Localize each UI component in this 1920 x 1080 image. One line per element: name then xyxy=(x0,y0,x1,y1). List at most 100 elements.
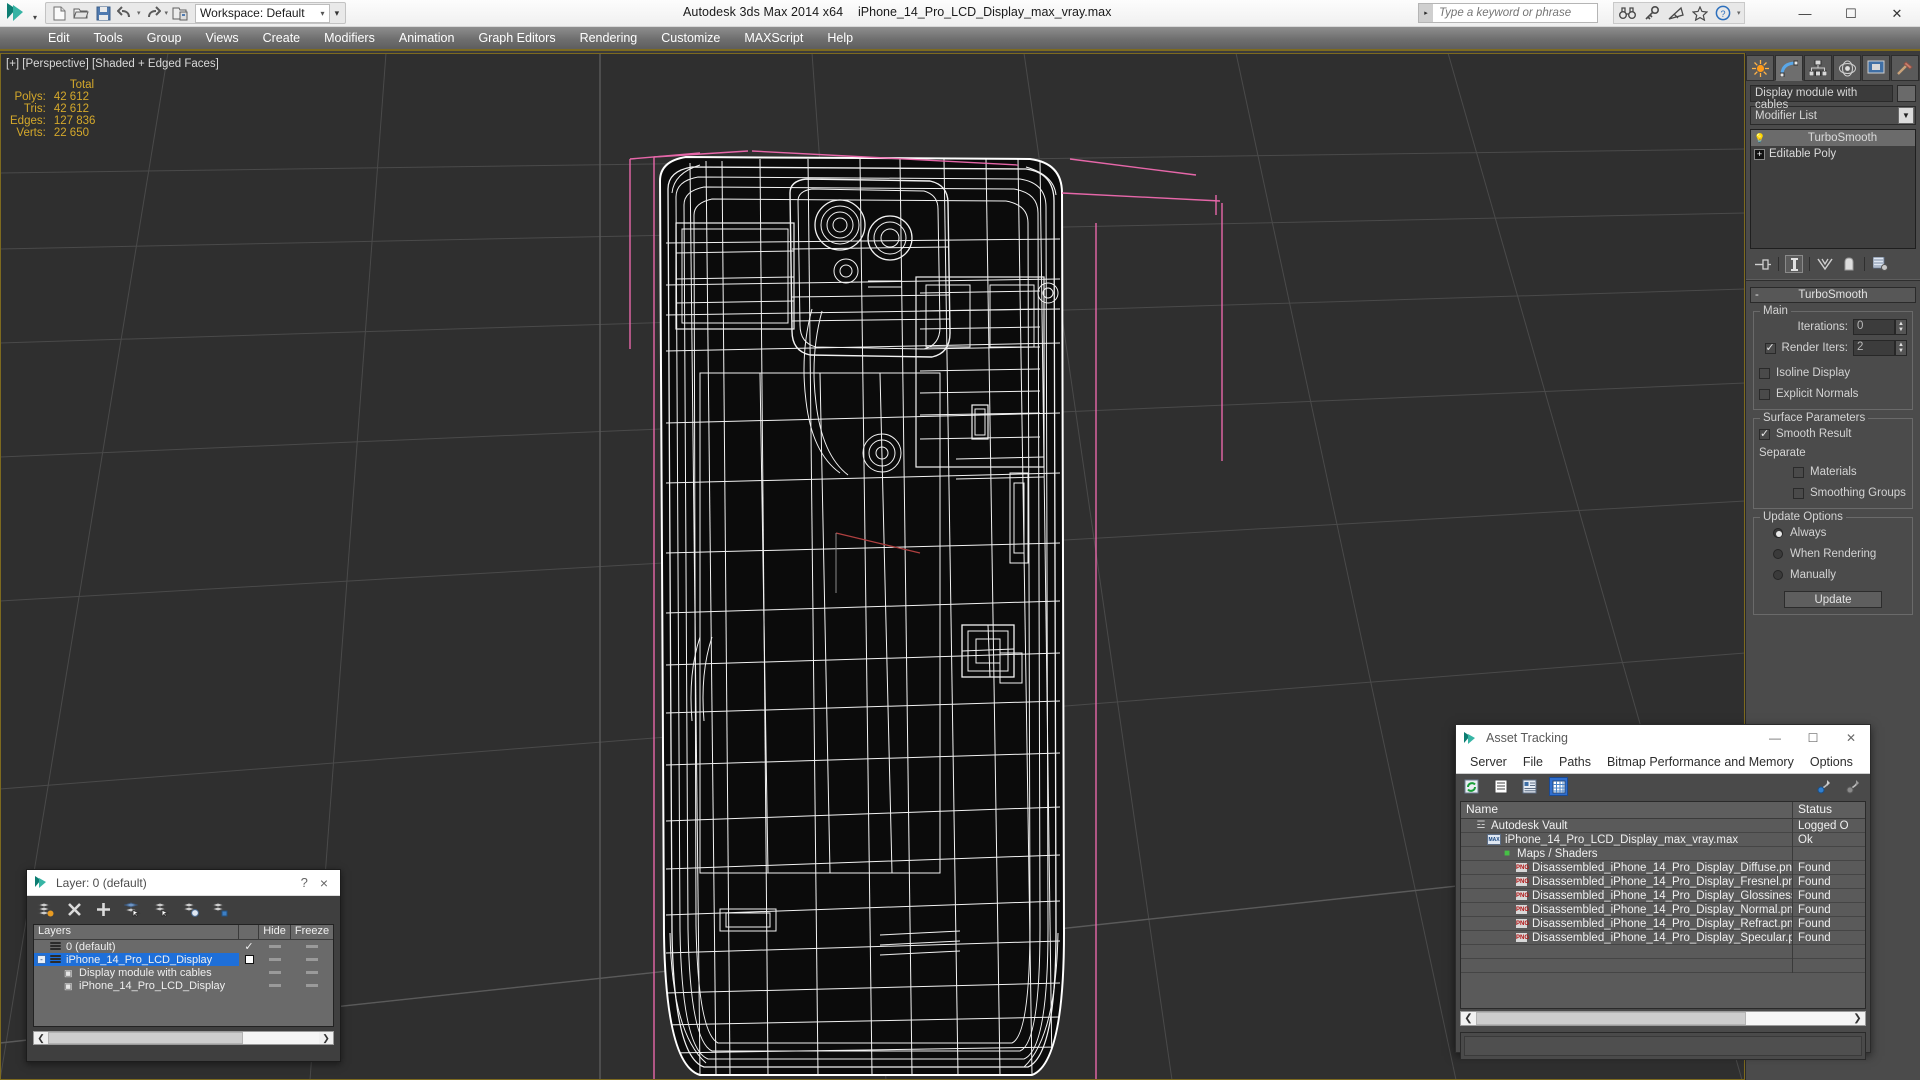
menu-item-modifiers[interactable]: Modifiers xyxy=(312,27,387,49)
menu-item-bitmap-performance[interactable]: Bitmap Performance and Memory xyxy=(1599,755,1802,769)
delete-layer-icon[interactable] xyxy=(66,901,83,918)
menu-item-paths[interactable]: Paths xyxy=(1551,755,1599,769)
modifier-lightbulb-icon[interactable]: 💡 xyxy=(1754,132,1766,144)
menu-item-maxscript[interactable]: MAXScript xyxy=(732,27,815,49)
hide-toggle[interactable] xyxy=(259,971,291,974)
iterations-value[interactable]: 0 xyxy=(1853,319,1895,335)
table-row[interactable]: PNG Disassembled_iPhone_14_Pro_Display_N… xyxy=(1461,902,1865,917)
viewport-label[interactable]: [+] [Perspective] [Shaded + Edged Faces] xyxy=(6,58,219,70)
configure-modifier-sets-icon[interactable] xyxy=(1871,255,1889,273)
select-objects-in-layer-icon[interactable] xyxy=(124,901,141,918)
stack-item-editable-poly[interactable]: + Editable Poly xyxy=(1751,146,1915,162)
smoothing-groups-checkbox[interactable] xyxy=(1793,487,1804,499)
close-button[interactable]: × xyxy=(320,875,340,891)
satellite-icon[interactable] xyxy=(1665,4,1686,23)
menu-item-options[interactable]: Options xyxy=(1802,755,1861,769)
field-explicit-normals[interactable]: Explicit Normals xyxy=(1759,385,1907,403)
help-dropdown-icon[interactable]: ▾ xyxy=(1737,9,1741,17)
table-row[interactable]: ▣ iPhone_14_Pro_LCD_Display xyxy=(34,979,333,992)
binoculars-icon[interactable] xyxy=(1617,4,1638,23)
menu-item-group[interactable]: Group xyxy=(135,27,194,49)
menu-item-server[interactable]: Server xyxy=(1462,755,1515,769)
search-input[interactable] xyxy=(1433,7,1593,19)
star-icon[interactable] xyxy=(1689,4,1710,23)
workspace-selector[interactable]: Workspace: Default ▾ xyxy=(195,3,330,23)
manually-radio[interactable] xyxy=(1773,570,1783,580)
spinner-arrows-icon[interactable]: ▲ ▼ xyxy=(1895,319,1907,335)
rollout-collapse-icon[interactable]: - xyxy=(1755,288,1759,303)
layer-list-hscrollbar[interactable]: ❮ ❯ xyxy=(33,1031,334,1045)
table-row[interactable]: 0 (default) ✓ xyxy=(34,940,333,953)
detail-view-icon[interactable] xyxy=(1520,777,1539,796)
field-isoline-display[interactable]: Isoline Display xyxy=(1759,364,1907,382)
freeze-toggle[interactable] xyxy=(291,958,333,961)
redo-icon[interactable] xyxy=(143,4,163,23)
make-unique-icon[interactable] xyxy=(1816,255,1834,273)
tab-motion[interactable] xyxy=(1833,55,1861,81)
layer-list[interactable]: Layers Hide Freeze 0 (default) ✓ - iPhon xyxy=(33,924,334,1027)
tab-display[interactable] xyxy=(1862,55,1890,81)
menu-item-customize[interactable]: Customize xyxy=(649,27,732,49)
grid-view-icon[interactable] xyxy=(1549,777,1568,796)
menu-item-rendering[interactable]: Rendering xyxy=(568,27,650,49)
spinner-arrows-icon[interactable]: ▲ ▼ xyxy=(1895,340,1907,356)
vault-logout-icon[interactable] xyxy=(1843,777,1862,796)
highlight-selected-objects-icon[interactable] xyxy=(182,901,199,918)
asset-table[interactable]: Name Status ☲ Autodesk Vault Logged O MA… xyxy=(1460,801,1866,1009)
option-always[interactable]: Always xyxy=(1759,524,1907,542)
field-materials[interactable]: Materials xyxy=(1759,463,1907,481)
freeze-toggle[interactable] xyxy=(291,971,333,974)
refresh-icon[interactable] xyxy=(1462,777,1481,796)
option-when-rendering[interactable]: When Rendering xyxy=(1759,545,1907,563)
asset-tracking-dialog[interactable]: Asset Tracking — ☐ ✕ Server File Paths B… xyxy=(1455,724,1871,1060)
modifier-list-dropdown[interactable]: Modifier List ▼ xyxy=(1750,106,1916,125)
table-row[interactable] xyxy=(1461,944,1865,959)
render-iters-spinner[interactable]: 2 ▲ ▼ xyxy=(1853,340,1907,356)
hide-toggle[interactable] xyxy=(259,984,291,987)
menu-item-edit[interactable]: Edit xyxy=(36,27,82,49)
object-color-swatch[interactable] xyxy=(1897,85,1916,102)
scroll-thumb[interactable] xyxy=(1476,1012,1746,1025)
render-iters-value[interactable]: 2 xyxy=(1853,340,1895,356)
close-button[interactable]: ✕ xyxy=(1832,725,1870,751)
hide-toggle[interactable] xyxy=(259,945,291,948)
render-iters-checkbox[interactable] xyxy=(1764,341,1776,354)
option-manually[interactable]: Manually xyxy=(1759,566,1907,584)
asset-table-hscrollbar[interactable]: ❮ ❯ xyxy=(1460,1011,1866,1026)
current-layer-check[interactable]: ✓ xyxy=(239,940,259,953)
vault-login-icon[interactable] xyxy=(1814,777,1833,796)
minimize-button[interactable]: — xyxy=(1756,725,1794,751)
chevron-down-icon[interactable]: ▼ xyxy=(1898,107,1914,124)
table-row[interactable] xyxy=(1461,958,1865,973)
layer-dialog[interactable]: Layer: 0 (default) ? × Layers Hide Freez… xyxy=(26,869,341,1062)
show-end-result-icon[interactable] xyxy=(1785,255,1803,273)
current-layer-check[interactable] xyxy=(239,955,259,964)
close-button[interactable]: ✕ xyxy=(1874,0,1920,27)
always-radio[interactable] xyxy=(1773,528,1783,538)
column-name[interactable]: Name xyxy=(1461,802,1793,818)
workspace-chevron-icon[interactable]: ▾ xyxy=(321,9,325,18)
help-button[interactable]: ? xyxy=(289,875,320,890)
undo-dropdown-icon[interactable]: ▾ xyxy=(137,9,141,17)
table-row[interactable]: - iPhone_14_Pro_LCD_Display xyxy=(34,953,333,966)
scroll-right-icon[interactable]: ❯ xyxy=(1850,1013,1865,1024)
table-row[interactable]: PNG Disassembled_iPhone_14_Pro_Display_D… xyxy=(1461,860,1865,875)
materials-checkbox[interactable] xyxy=(1793,466,1804,478)
remove-modifier-icon[interactable] xyxy=(1840,255,1858,273)
column-status[interactable]: Status xyxy=(1793,802,1865,818)
field-smooth-result[interactable]: Smooth Result xyxy=(1759,425,1907,443)
plus-box-icon[interactable]: + xyxy=(1754,148,1765,160)
table-row[interactable]: ■ Maps / Shaders xyxy=(1461,846,1865,861)
add-selection-to-layer-icon[interactable] xyxy=(95,901,112,918)
scroll-left-icon[interactable]: ❮ xyxy=(34,1033,48,1044)
isoline-display-checkbox[interactable] xyxy=(1759,367,1770,379)
iterations-spinner[interactable]: 0 ▲ ▼ xyxy=(1853,319,1907,335)
maximize-button[interactable]: ☐ xyxy=(1794,725,1832,751)
scroll-thumb[interactable] xyxy=(48,1032,243,1044)
key-icon[interactable] xyxy=(1641,4,1662,23)
freeze-toggle[interactable] xyxy=(291,945,333,948)
when-rendering-radio[interactable] xyxy=(1773,549,1783,559)
freeze-toggle[interactable] xyxy=(291,984,333,987)
smooth-result-checkbox[interactable] xyxy=(1759,427,1770,440)
scroll-right-icon[interactable]: ❯ xyxy=(319,1033,333,1044)
